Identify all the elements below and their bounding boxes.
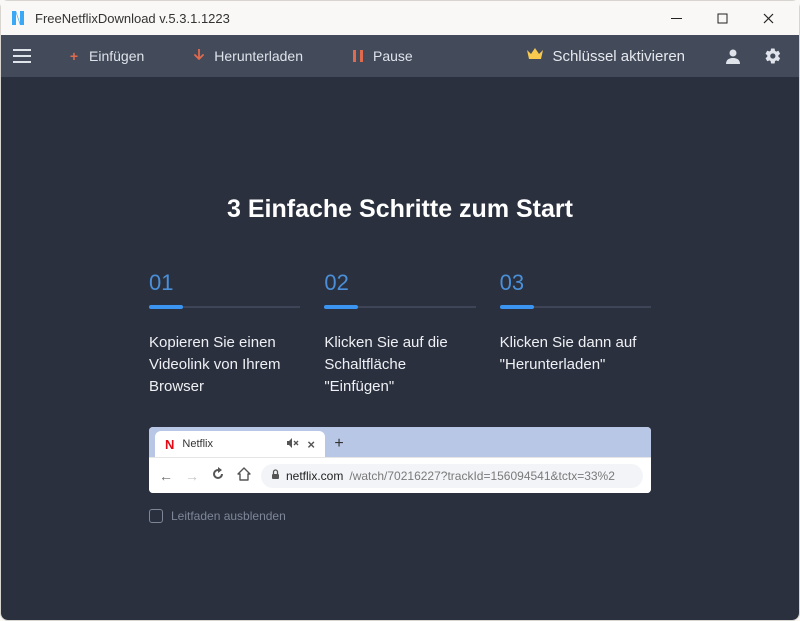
plus-icon: + (67, 48, 81, 64)
download-button[interactable]: Herunterladen (192, 48, 303, 64)
titlebar: FreeNetflixDownload v.5.3.1.1223 (1, 1, 799, 35)
tab-close-icon: × (307, 437, 315, 452)
step-1: 01 Kopieren Sie einen Videolink von Ihre… (149, 270, 300, 397)
home-icon (235, 467, 253, 484)
step-text: Klicken Sie dann auf "Herunterladen" (500, 332, 651, 376)
pause-button[interactable]: Pause (351, 48, 413, 64)
mute-icon (287, 438, 299, 451)
lock-icon (271, 469, 280, 483)
app-logo-icon (9, 9, 27, 27)
main-area: + Einfügen Herunterladen Pause Schlüssel… (1, 35, 799, 620)
reload-icon (209, 467, 227, 484)
crown-icon (526, 47, 544, 65)
activate-label: Schlüssel aktivieren (552, 48, 685, 65)
netflix-favicon-icon: N (165, 437, 174, 452)
hide-guide-checkbox[interactable]: Leitfaden ausblenden (149, 509, 651, 523)
paste-button[interactable]: + Einfügen (67, 48, 144, 64)
step-2: 02 Klicken Sie auf die Schaltfläche "Ein… (324, 270, 475, 397)
settings-button[interactable] (759, 42, 787, 70)
step-text: Kopieren Sie einen Videolink von Ihrem B… (149, 332, 300, 397)
forward-icon: → (183, 468, 201, 484)
checkbox-icon (149, 509, 163, 523)
activate-key-button[interactable]: Schlüssel aktivieren (526, 47, 685, 65)
pause-label: Pause (373, 48, 413, 64)
pause-icon (351, 50, 365, 62)
hide-guide-label: Leitfaden ausblenden (171, 509, 286, 523)
step-3: 03 Klicken Sie dann auf "Herunterladen" (500, 270, 651, 397)
window-title: FreeNetflixDownload v.5.3.1.1223 (35, 11, 653, 26)
step-divider (149, 306, 300, 308)
step-number: 03 (500, 270, 651, 296)
download-label: Herunterladen (214, 48, 303, 64)
step-divider (324, 306, 475, 308)
window-controls (653, 1, 791, 35)
tab-title: Netflix (182, 438, 279, 450)
minimize-button[interactable] (653, 1, 699, 35)
browser-tabstrip: N Netflix × + (149, 427, 651, 457)
new-tab-icon: + (325, 431, 353, 457)
user-button[interactable] (719, 42, 747, 70)
step-number: 01 (149, 270, 300, 296)
close-button[interactable] (745, 1, 791, 35)
browser-tab: N Netflix × (155, 431, 325, 457)
back-icon: ← (157, 468, 175, 484)
browser-mock: N Netflix × + ← → (149, 427, 651, 493)
toolbar: + Einfügen Herunterladen Pause Schlüssel… (1, 35, 799, 77)
menu-button[interactable] (13, 44, 37, 68)
browser-toolbar: ← → netflix.com/watch/70216227?trackId=1… (149, 457, 651, 493)
step-number: 02 (324, 270, 475, 296)
url-domain: netflix.com (286, 469, 343, 483)
guide-heading: 3 Einfache Schritte zum Start (149, 195, 651, 224)
download-icon (192, 49, 206, 63)
address-bar: netflix.com/watch/70216227?trackId=15609… (261, 464, 643, 488)
step-text: Klicken Sie auf die Schaltfläche "Einfüg… (324, 332, 475, 397)
maximize-button[interactable] (699, 1, 745, 35)
guide-content: 3 Einfache Schritte zum Start 01 Kopiere… (1, 77, 799, 523)
step-divider (500, 306, 651, 308)
url-path: /watch/70216227?trackId=156094541&tctx=3… (349, 469, 615, 483)
steps-row: 01 Kopieren Sie einen Videolink von Ihre… (149, 270, 651, 397)
paste-label: Einfügen (89, 48, 144, 64)
